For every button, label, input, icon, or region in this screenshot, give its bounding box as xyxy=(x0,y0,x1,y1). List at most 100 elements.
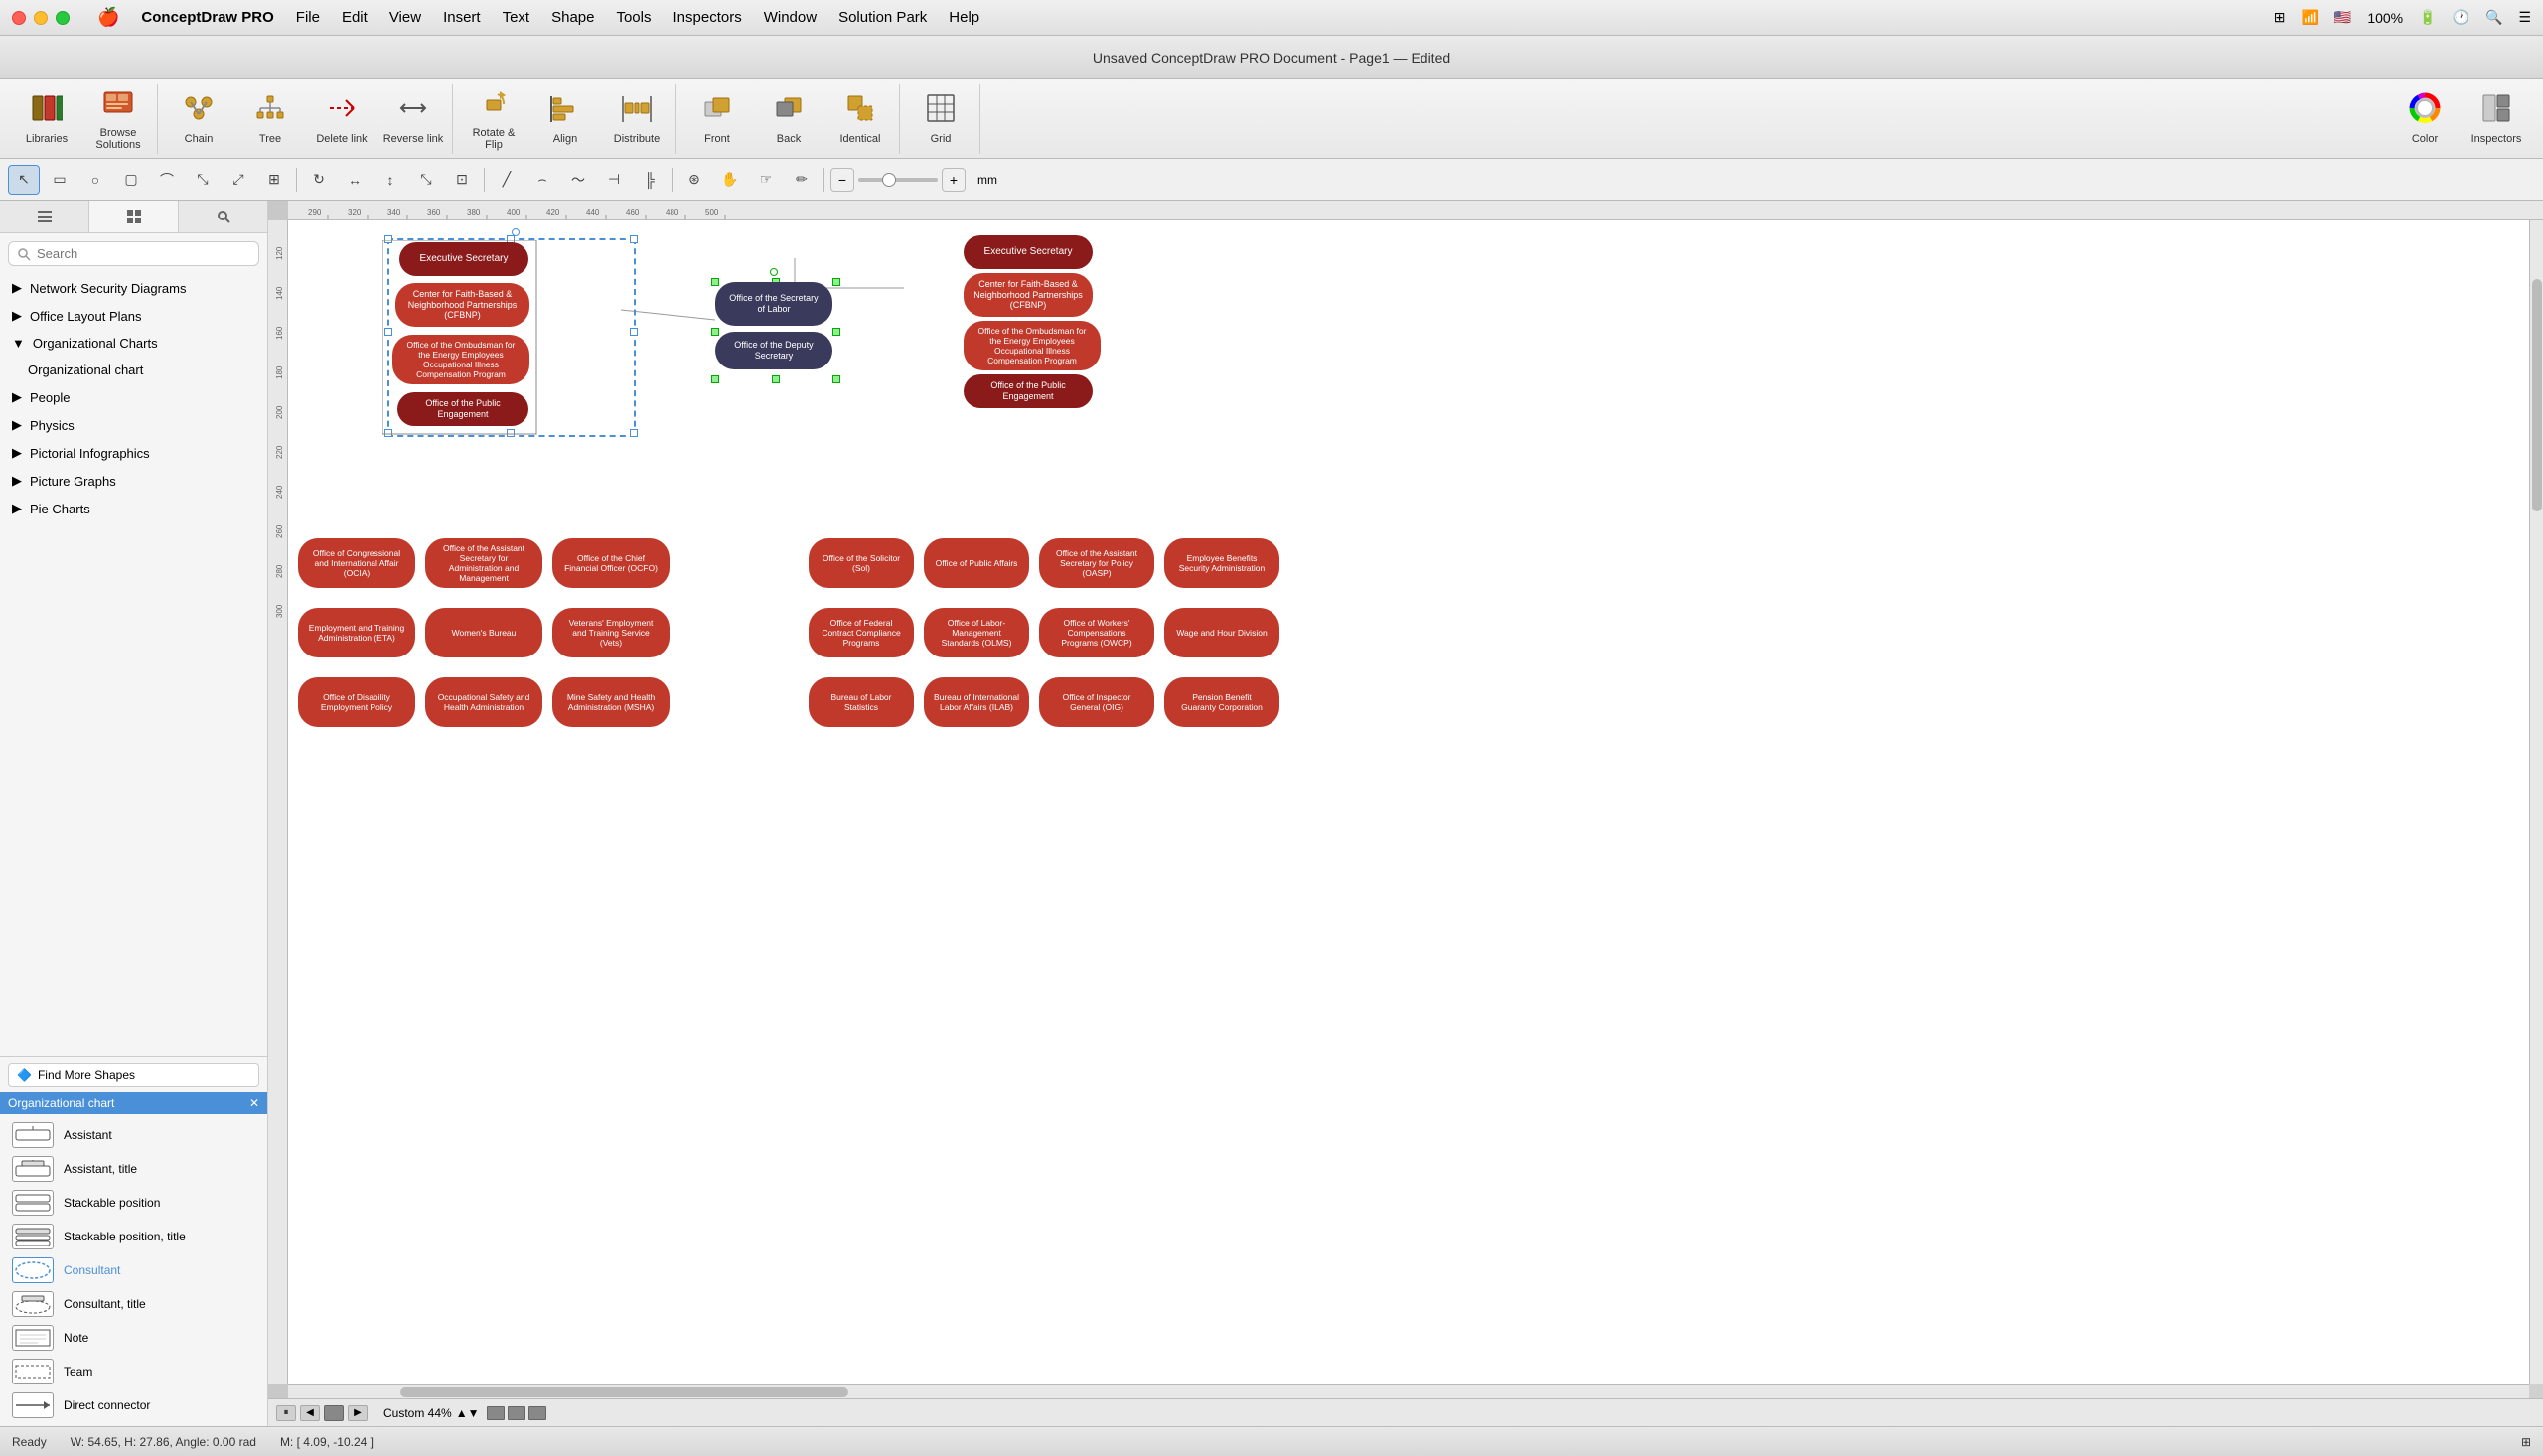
h-scroll-thumb[interactable] xyxy=(400,1387,848,1397)
zoom-in-button[interactable]: + xyxy=(942,168,966,192)
select-tool[interactable]: ↖ xyxy=(8,165,40,195)
nav-item-office-layout[interactable]: ▶ Office Layout Plans xyxy=(0,302,267,330)
minimize-button[interactable] xyxy=(34,11,48,25)
node-owcp[interactable]: Office of Workers' Compensations Program… xyxy=(1039,608,1154,657)
sel-handle-br[interactable] xyxy=(630,429,638,437)
node-ombudsman-selected[interactable]: Office of the Ombudsman for the Energy E… xyxy=(392,335,529,384)
line-tool[interactable]: ╱ xyxy=(491,165,523,195)
resize-tool[interactable]: ⤡ xyxy=(410,165,442,195)
menu-text[interactable]: Text xyxy=(493,7,540,28)
group-tool[interactable]: ⊡ xyxy=(446,165,478,195)
node-ombudsman-far-right[interactable]: Office of the Ombudsman for the Energy E… xyxy=(964,321,1101,370)
search-icon[interactable]: 🔍 xyxy=(2485,9,2502,26)
shape-item-assistant-title[interactable]: Assistant, title xyxy=(4,1152,263,1186)
node-public-engagement-far-right[interactable]: Office of the Public Engagement xyxy=(964,374,1093,408)
pan-tool[interactable]: ☞ xyxy=(750,165,782,195)
nav-item-people[interactable]: ▶ People xyxy=(0,383,267,411)
node-executive-secretary-selected[interactable]: Executive Secretary xyxy=(399,242,528,276)
node-oasp[interactable]: Office of the Assistant Secretary for Po… xyxy=(1039,538,1154,588)
curve-tool[interactable]: ⌒ xyxy=(151,165,183,195)
canvas-scroll[interactable]: 290 320 340 360 380 400 420 440 460 480 … xyxy=(268,201,2543,1398)
panel-tab-grid[interactable] xyxy=(89,201,179,232)
libraries-button[interactable]: Libraries xyxy=(12,87,81,151)
menu-help[interactable]: Help xyxy=(939,7,989,28)
menu-view[interactable]: View xyxy=(379,7,431,28)
sel-handle-sec-bm[interactable] xyxy=(772,375,780,383)
shape-item-direct-connector[interactable]: Direct connector xyxy=(4,1388,263,1422)
multiline-tool[interactable]: ╠ xyxy=(634,165,666,195)
anchor-secretary-top[interactable] xyxy=(770,268,778,276)
zoom-dropdown-icon[interactable]: ▲▼ xyxy=(456,1406,480,1420)
apple-menu[interactable]: 🍎 xyxy=(87,5,129,30)
bezier-tool[interactable]: 〜 xyxy=(562,165,594,195)
sel-handle-mr[interactable] xyxy=(630,328,638,336)
shape-item-consultant[interactable]: Consultant xyxy=(4,1253,263,1287)
grid-button[interactable]: Grid xyxy=(906,87,975,151)
sel-handle-ml[interactable] xyxy=(384,328,392,336)
sel-handle-sec-mr[interactable] xyxy=(832,328,840,336)
node-osha[interactable]: Occupational Safety and Health Administr… xyxy=(425,677,542,727)
back-button[interactable]: Back xyxy=(754,87,823,151)
node-public-engagement-selected[interactable]: Office of the Public Engagement xyxy=(397,392,528,426)
page-prev-button[interactable]: ◀ xyxy=(300,1405,320,1421)
canvas-surface[interactable]: Executive Secretary Center for Faith-Bas… xyxy=(288,220,2543,1384)
nav-item-org-chart[interactable]: Organizational chart xyxy=(0,357,267,383)
sel-handle-sec-tl[interactable] xyxy=(711,278,719,286)
panel-tab-search[interactable] xyxy=(179,201,267,232)
node-asam[interactable]: Office of the Assistant Secretary for Ad… xyxy=(425,538,542,588)
delete-link-button[interactable]: Delete link xyxy=(307,87,376,151)
node-sol[interactable]: Office of the Solicitor (Sol) xyxy=(809,538,914,588)
node-vets[interactable]: Veterans' Employment and Training Servic… xyxy=(552,608,670,657)
node-secretary-of-labor[interactable]: Office of the Secretary of Labor xyxy=(715,282,832,326)
sel-handle-sec-br[interactable] xyxy=(832,375,840,383)
node-ilab[interactable]: Bureau of International Labor Affairs (I… xyxy=(924,677,1029,727)
node-oig[interactable]: Office of Inspector General (OIG) xyxy=(1039,677,1154,727)
node-odep[interactable]: Office of Disability Employment Policy xyxy=(298,677,415,727)
node-msha[interactable]: Mine Safety and Health Administration (M… xyxy=(552,677,670,727)
close-library-button[interactable]: ✕ xyxy=(249,1096,259,1110)
v-scrollbar[interactable] xyxy=(2529,220,2543,1384)
flip-v-tool[interactable]: ↕ xyxy=(374,165,406,195)
close-button[interactable] xyxy=(12,11,26,25)
rounded-rect-tool[interactable]: ▢ xyxy=(115,165,147,195)
shape-item-stackable[interactable]: Stackable position xyxy=(4,1186,263,1220)
front-button[interactable]: Front xyxy=(682,87,752,151)
sel-handle-tl[interactable] xyxy=(384,235,392,243)
sel-handle-bm[interactable] xyxy=(507,429,515,437)
node-eta[interactable]: Employment and Training Administration (… xyxy=(298,608,415,657)
reverse-link-button[interactable]: Reverse link xyxy=(378,87,448,151)
nav-item-network-security[interactable]: ▶ Network Security Diagrams xyxy=(0,274,267,302)
node-select-tool[interactable]: ⊛ xyxy=(678,165,710,195)
node-pbgc[interactable]: Pension Benefit Guaranty Corporation xyxy=(1164,677,1279,727)
align-button[interactable]: Align xyxy=(530,87,600,151)
nav-item-pictorial[interactable]: ▶ Pictorial Infographics xyxy=(0,439,267,467)
node-ebsa[interactable]: Employee Benefits Security Administratio… xyxy=(1164,538,1279,588)
shape-item-team[interactable]: Team xyxy=(4,1355,263,1388)
anchor-top[interactable] xyxy=(512,228,520,236)
menu-shape[interactable]: Shape xyxy=(541,7,604,28)
distribute-button[interactable]: Distribute xyxy=(602,87,672,151)
ellipse-tool[interactable]: ○ xyxy=(79,165,111,195)
menu-file[interactable]: File xyxy=(286,7,330,28)
window-manager-icon[interactable]: ⊞ xyxy=(2274,9,2286,26)
menu-inspectors[interactable]: Inspectors xyxy=(664,7,752,28)
menu-tools[interactable]: Tools xyxy=(606,7,661,28)
sel-handle-sec-bl[interactable] xyxy=(711,375,719,383)
node-exec-sec-far-right[interactable]: Executive Secretary xyxy=(964,235,1093,269)
node-wage-hour[interactable]: Wage and Hour Division xyxy=(1164,608,1279,657)
arc-tool[interactable]: ⌢ xyxy=(526,165,558,195)
menu-window[interactable]: Window xyxy=(754,7,826,28)
notification-icon[interactable]: ☰ xyxy=(2518,9,2531,26)
search-input[interactable] xyxy=(37,246,250,261)
zoom-out-button[interactable]: − xyxy=(830,168,854,192)
play-stop-button[interactable]: ⏸ xyxy=(276,1405,296,1421)
node-bls[interactable]: Bureau of Labor Statistics xyxy=(809,677,914,727)
rotate-tool[interactable]: ↻ xyxy=(303,165,335,195)
node-ofccp[interactable]: Office of Federal Contract Compliance Pr… xyxy=(809,608,914,657)
node-cfbnp-far-right[interactable]: Center for Faith-Based & Neighborhood Pa… xyxy=(964,273,1093,317)
h-scrollbar[interactable] xyxy=(288,1384,2529,1398)
menu-solution-park[interactable]: Solution Park xyxy=(828,7,937,28)
find-more-shapes-button[interactable]: 🔷 Find More Shapes xyxy=(8,1063,259,1087)
node-olms[interactable]: Office of Labor-Management Standards (OL… xyxy=(924,608,1029,657)
v-scroll-thumb[interactable] xyxy=(2532,279,2542,511)
